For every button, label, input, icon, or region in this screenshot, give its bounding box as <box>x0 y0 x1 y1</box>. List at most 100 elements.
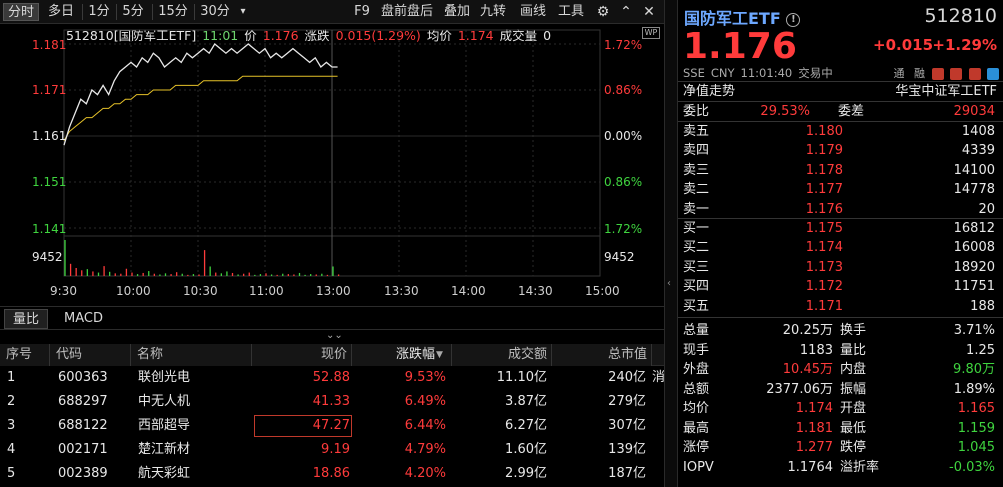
stat-row: 均价 1.174 开盘 1.165 <box>678 399 1003 418</box>
sort-desc-icon[interactable]: ▼ <box>436 344 450 366</box>
y-tick-right-0: 1.72% <box>604 38 643 52</box>
stat-v2: -0.03% <box>949 459 995 475</box>
stat-v1: 10.45万 <box>782 362 833 377</box>
panel-splitter[interactable]: ‹ <box>664 0 678 487</box>
table-row[interactable]: 2 688297 中无人机 41.33 6.49% 3.87亿 279亿 <box>0 390 664 414</box>
info-icon[interactable]: ! <box>786 12 801 27</box>
stat-v2: 1.165 <box>957 401 995 416</box>
bid-row[interactable]: 买三 1.173 18920 <box>678 258 1003 277</box>
bid-price: 1.174 <box>805 240 843 256</box>
cell-no: 5 <box>7 466 16 481</box>
volume-tick-left: 9452 <box>32 250 63 264</box>
weibi-label: 委比 <box>683 104 710 119</box>
x-tick-1030: 10:30 <box>183 284 218 298</box>
stat-v1: 1.174 <box>795 401 833 416</box>
ask-row[interactable]: 卖一 1.176 20 <box>678 200 1003 219</box>
x-tick-1000: 10:00 <box>116 284 151 298</box>
quote-meta: SSE CNY 11:01:40 交易中 <box>683 65 839 81</box>
bid-row[interactable]: 买一 1.175 16812 <box>678 219 1003 238</box>
cell-code: 002171 <box>58 442 108 457</box>
stat-l2: 内盘 <box>840 362 867 377</box>
col-code[interactable]: 代码 <box>50 344 131 366</box>
cell-code: 600363 <box>58 370 108 385</box>
stat-l2: 最低 <box>840 420 867 436</box>
share-icon[interactable] <box>987 68 999 80</box>
tab-macd[interactable]: MACD <box>56 309 111 329</box>
quote-time: 11:01:40 <box>740 66 793 80</box>
x-tick-1500: 15:00 <box>585 284 620 298</box>
cell-cap: 240亿 <box>608 370 646 385</box>
bell-icon[interactable] <box>968 68 981 80</box>
cell-cap: 139亿 <box>608 442 646 457</box>
table-row[interactable]: 4 002171 楚江新材 9.19 4.79% 1.60亿 139亿 <box>0 438 664 462</box>
volume-tick-right: 9452 <box>604 250 635 264</box>
stat-row: 总量 20.25万 换手 3.71% <box>678 321 1003 340</box>
col-name[interactable]: 名称 <box>131 344 252 366</box>
y-tick-right-1: 0.86% <box>604 83 643 97</box>
expand-chevron-icon[interactable]: ⌄⌄ <box>326 330 343 341</box>
cell-code: 688122 <box>58 418 108 433</box>
nav-row[interactable]: 净值走势 华宝中证军工ETF <box>678 82 1003 101</box>
ask-row[interactable]: 卖三 1.178 14100 <box>678 161 1003 180</box>
cell-no: 3 <box>7 418 16 433</box>
bid-vol: 16812 <box>953 221 995 236</box>
edit-icon[interactable] <box>931 68 944 80</box>
tab-volume-ratio[interactable]: 量比 <box>4 309 49 329</box>
ask-price: 1.177 <box>805 182 843 198</box>
cell-cap: 279亿 <box>608 394 646 409</box>
bid-vol: 188 <box>970 298 995 314</box>
stat-l1: 均价 <box>683 401 710 416</box>
x-tick-0930: 9:30 <box>50 284 77 298</box>
x-tick-1100: 11:00 <box>249 284 284 298</box>
ask-row[interactable]: 卖五 1.180 1408 <box>678 122 1003 141</box>
collapse-left-icon[interactable]: ‹ <box>667 278 671 289</box>
bid-row[interactable]: 买二 1.174 16008 <box>678 238 1003 257</box>
y-tick-left-1: 1.171 <box>32 83 67 97</box>
weibi-value: 29.53% <box>760 104 810 119</box>
table-row[interactable]: 5 002389 航天彩虹 18.86 4.20% 2.99亿 187亿 <box>0 462 664 486</box>
ask-row[interactable]: 卖二 1.177 14778 <box>678 180 1003 199</box>
chart-area: 分时 多日 1分 5分 15分 30分 ▾ F9 盘前盘后 叠加 九转 画线 工… <box>0 0 665 487</box>
stat-row: 总额 2377.06万 振幅 1.89% <box>678 380 1003 399</box>
eye-icon[interactable] <box>950 68 962 80</box>
bid-price: 1.173 <box>805 259 843 275</box>
ask-row[interactable]: 卖四 1.179 4339 <box>678 141 1003 160</box>
stat-l2: 跌停 <box>840 440 867 455</box>
stat-v2: 1.25 <box>966 342 995 358</box>
ask-price: 1.178 <box>805 162 843 178</box>
cell-price: 41.33 <box>312 394 350 409</box>
cell-no: 2 <box>7 394 16 409</box>
cell-amount: 11.10亿 <box>496 370 547 385</box>
intraday-chart[interactable] <box>0 0 664 300</box>
col-amount[interactable]: 成交额 <box>452 344 552 366</box>
stat-v2: 1.045 <box>957 440 995 455</box>
ask-label: 卖五 <box>683 124 710 139</box>
y-tick-left-4: 1.141 <box>32 222 67 236</box>
stat-v1: 1.1764 <box>787 459 834 475</box>
bid-price: 1.172 <box>805 279 843 295</box>
stat-l1: 总额 <box>683 381 710 397</box>
stat-row: 最高 1.181 最低 1.159 <box>678 419 1003 438</box>
stat-v1: 1.277 <box>795 440 833 455</box>
table-row[interactable]: 3 688122 西部超导 47.27 6.44% 6.27亿 307亿 <box>0 414 664 438</box>
bid-label: 买四 <box>683 279 710 295</box>
cell-code: 002389 <box>58 466 108 481</box>
cell-pct: 4.20% <box>404 466 446 481</box>
bid-vol: 16008 <box>953 240 995 256</box>
table-row[interactable]: 1 600363 联创光电 52.88 9.53% 11.10亿 240亿消 <box>0 366 665 390</box>
cell-amount: 3.87亿 <box>505 394 547 409</box>
col-no[interactable]: 序号 <box>0 344 50 366</box>
col-cap[interactable]: 总市值 <box>552 344 652 366</box>
stat-row: IOPV 1.1764 溢折率 -0.03% <box>678 458 1003 477</box>
y-tick-left-3: 1.151 <box>32 175 67 189</box>
indicator-tabs: 量比 MACD <box>0 306 664 330</box>
stat-l2: 振幅 <box>840 381 867 397</box>
col-price[interactable]: 现价 <box>252 344 352 366</box>
cell-code: 688297 <box>58 394 108 409</box>
currency: CNY <box>710 66 735 80</box>
stat-v2: 9.80万 <box>953 362 995 377</box>
bid-row[interactable]: 买四 1.172 11751 <box>678 277 1003 296</box>
stat-v1: 20.25万 <box>782 323 833 338</box>
bid-row[interactable]: 买五 1.171 188 <box>678 297 1003 316</box>
cell-amount: 2.99亿 <box>505 466 547 481</box>
